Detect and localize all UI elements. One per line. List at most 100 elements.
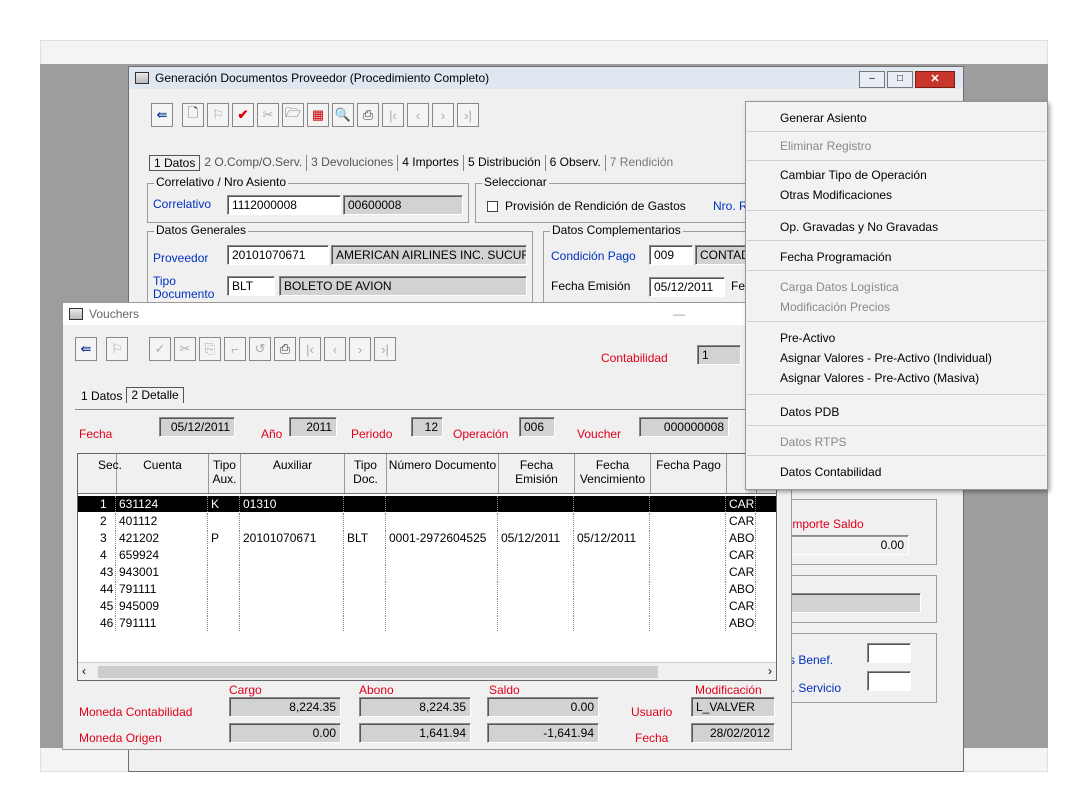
calendar-icon[interactable]: ▦: [307, 103, 329, 127]
menu-item[interactable]: Op. Gravadas y No Gravadas: [780, 220, 938, 234]
next-record-icon[interactable]: ›: [432, 103, 454, 127]
check-icon[interactable]: ✓: [149, 337, 171, 361]
menu-item[interactable]: Datos RTPS: [780, 435, 846, 449]
benef-field[interactable]: [867, 643, 911, 663]
menu-item[interactable]: Modificación Precios: [780, 300, 890, 314]
table-cell: CAR: [726, 496, 756, 512]
tab-importes[interactable]: 4 Importes: [398, 155, 464, 171]
search-icon[interactable]: 🔍: [332, 103, 354, 127]
table-cell: [344, 496, 386, 512]
new-document-icon[interactable]: 🗋: [182, 103, 204, 127]
proveedor-code-field[interactable]: 20101070671: [227, 245, 329, 265]
flag-icon[interactable]: ⚐: [207, 103, 229, 127]
col-sec[interactable]: Sec.: [78, 454, 122, 493]
col-numero-documento[interactable]: Número Documento: [387, 454, 499, 493]
close-button[interactable]: ✕: [915, 71, 955, 88]
scroll-right-icon[interactable]: ›: [768, 664, 772, 678]
table-row[interactable]: 46 791111 ABO: [78, 615, 776, 631]
menu-item[interactable]: Eliminar Registro: [780, 139, 871, 153]
menu-item[interactable]: Generar Asiento: [780, 111, 867, 125]
importe-saldo-label: Importe Saldo: [789, 517, 864, 531]
contabilidad-field: 1: [697, 345, 741, 365]
col-cuenta[interactable]: Cuenta: [117, 454, 209, 493]
operacion-label: Operación: [453, 427, 509, 441]
first-record-icon[interactable]: |‹: [299, 337, 321, 361]
correlativo-field[interactable]: 1112000008: [227, 195, 341, 215]
vouchers-tab-detalle[interactable]: 2 Detalle: [126, 387, 184, 403]
tab-rendicion[interactable]: 7 Rendición: [606, 155, 677, 171]
table-cell: P: [208, 530, 240, 546]
proveedor-label: Proveedor: [153, 251, 209, 265]
last-record-icon[interactable]: ›|: [374, 337, 396, 361]
menu-item[interactable]: Carga Datos Logística: [780, 280, 899, 294]
tab-devoluciones[interactable]: 3 Devoluciones: [307, 155, 399, 171]
table-row[interactable]: 44 791111 ABO: [78, 581, 776, 597]
menu-item[interactable]: Asignar Valores - Pre-Activo (Individual…: [780, 351, 992, 365]
prev-record-icon[interactable]: ‹: [407, 103, 429, 127]
scroll-thumb[interactable]: [98, 666, 658, 678]
exit-icon[interactable]: ⇚: [75, 337, 97, 361]
vouchers-minimize-button[interactable]: —: [673, 307, 685, 321]
servicio-field[interactable]: [867, 671, 911, 691]
detail-grid[interactable]: Sec. Cuenta Tipo Aux. Auxiliar Tipo Doc.…: [77, 453, 777, 681]
undo-icon[interactable]: ↺: [249, 337, 271, 361]
moneda-contabilidad-label: Moneda Contabilidad: [79, 705, 193, 719]
table-row[interactable]: 4 659924 CAR: [78, 547, 776, 563]
check-icon[interactable]: ✔: [232, 103, 254, 127]
table-cell: BLT: [344, 530, 386, 546]
minimize-button[interactable]: –: [859, 71, 885, 88]
menu-item[interactable]: Fecha Programación: [780, 250, 891, 264]
print-icon[interactable]: ⎙: [274, 337, 296, 361]
menu-item[interactable]: Datos Contabilidad: [780, 465, 881, 479]
col-tipo-doc[interactable]: Tipo Doc.: [345, 454, 387, 493]
tab-distribucion[interactable]: 5 Distribución: [464, 155, 546, 171]
vouchers-tab-datos[interactable]: 1 Datos: [77, 387, 126, 403]
cargo-label: Cargo: [229, 683, 262, 697]
print-icon[interactable]: ⎙: [357, 103, 379, 127]
app-icon: [135, 72, 149, 84]
maximize-button[interactable]: □: [887, 71, 913, 88]
col-fecha-pago[interactable]: Fecha Pago: [651, 454, 727, 493]
table-cell: K: [208, 496, 240, 512]
next-record-icon[interactable]: ›: [349, 337, 371, 361]
copy-icon[interactable]: ⎘: [199, 337, 221, 361]
tab-observ[interactable]: 6 Observ.: [546, 155, 606, 171]
open-folder-icon[interactable]: 🗁: [282, 103, 304, 127]
col-fecha-emision[interactable]: Fecha Emisión: [499, 454, 575, 493]
first-record-icon[interactable]: |‹: [382, 103, 404, 127]
last-record-icon[interactable]: ›|: [457, 103, 479, 127]
prev-record-icon[interactable]: ‹: [324, 337, 346, 361]
cut-icon[interactable]: ✂: [174, 337, 196, 361]
table-row[interactable]: 2 401112 CAR: [78, 513, 776, 529]
col-fecha-vencimiento[interactable]: Fecha Vencimiento: [575, 454, 651, 493]
menu-item[interactable]: Asignar Valores - Pre-Activo (Masiva): [780, 371, 979, 385]
provision-checkbox[interactable]: [487, 201, 498, 212]
table-cell: [650, 598, 726, 614]
table-cell: [498, 496, 574, 512]
tab-ocomp[interactable]: 2 O.Comp/O.Serv.: [200, 155, 308, 171]
menu-item[interactable]: Datos PDB: [780, 405, 839, 419]
condicion-code-field[interactable]: 009: [649, 245, 693, 265]
flag-icon[interactable]: ⚐: [106, 337, 128, 361]
tipo-doc-code-field[interactable]: BLT: [227, 276, 275, 296]
horizontal-scrollbar[interactable]: ‹ ›: [78, 662, 776, 680]
col-auxiliar[interactable]: Auxiliar: [241, 454, 345, 493]
menu-item[interactable]: Pre-Activo: [780, 331, 835, 345]
scroll-left-icon[interactable]: ‹: [82, 664, 86, 678]
menu-separator: [747, 240, 1046, 241]
tab-datos[interactable]: 1 Datos: [149, 155, 201, 171]
table-row[interactable]: 45 945009 CAR: [78, 598, 776, 614]
table-row[interactable]: 3 421202 P 20101070671 BLT 0001-2972604525 05/…: [78, 530, 776, 546]
menu-item[interactable]: Cambiar Tipo de Operación: [780, 168, 927, 182]
cut-icon[interactable]: ✂: [257, 103, 279, 127]
table-cell: ABO: [726, 615, 756, 631]
vouchers-window-title: Vouchers: [89, 307, 140, 321]
grid-body: 1 631124 K 01310 CAR 2 401112 CAR 3 421202 P 201010…: [78, 496, 776, 662]
exit-icon[interactable]: ⇚: [151, 103, 173, 127]
paste-icon[interactable]: ⌐: [224, 337, 246, 361]
col-tipo-aux[interactable]: Tipo Aux.: [209, 454, 241, 493]
table-row[interactable]: 1 631124 K 01310 CAR: [78, 496, 776, 512]
fecha-emision-field[interactable]: 05/12/2011: [649, 277, 725, 297]
menu-item[interactable]: Otras Modificaciones: [780, 188, 892, 202]
table-row[interactable]: 43 943001 CAR: [78, 564, 776, 580]
